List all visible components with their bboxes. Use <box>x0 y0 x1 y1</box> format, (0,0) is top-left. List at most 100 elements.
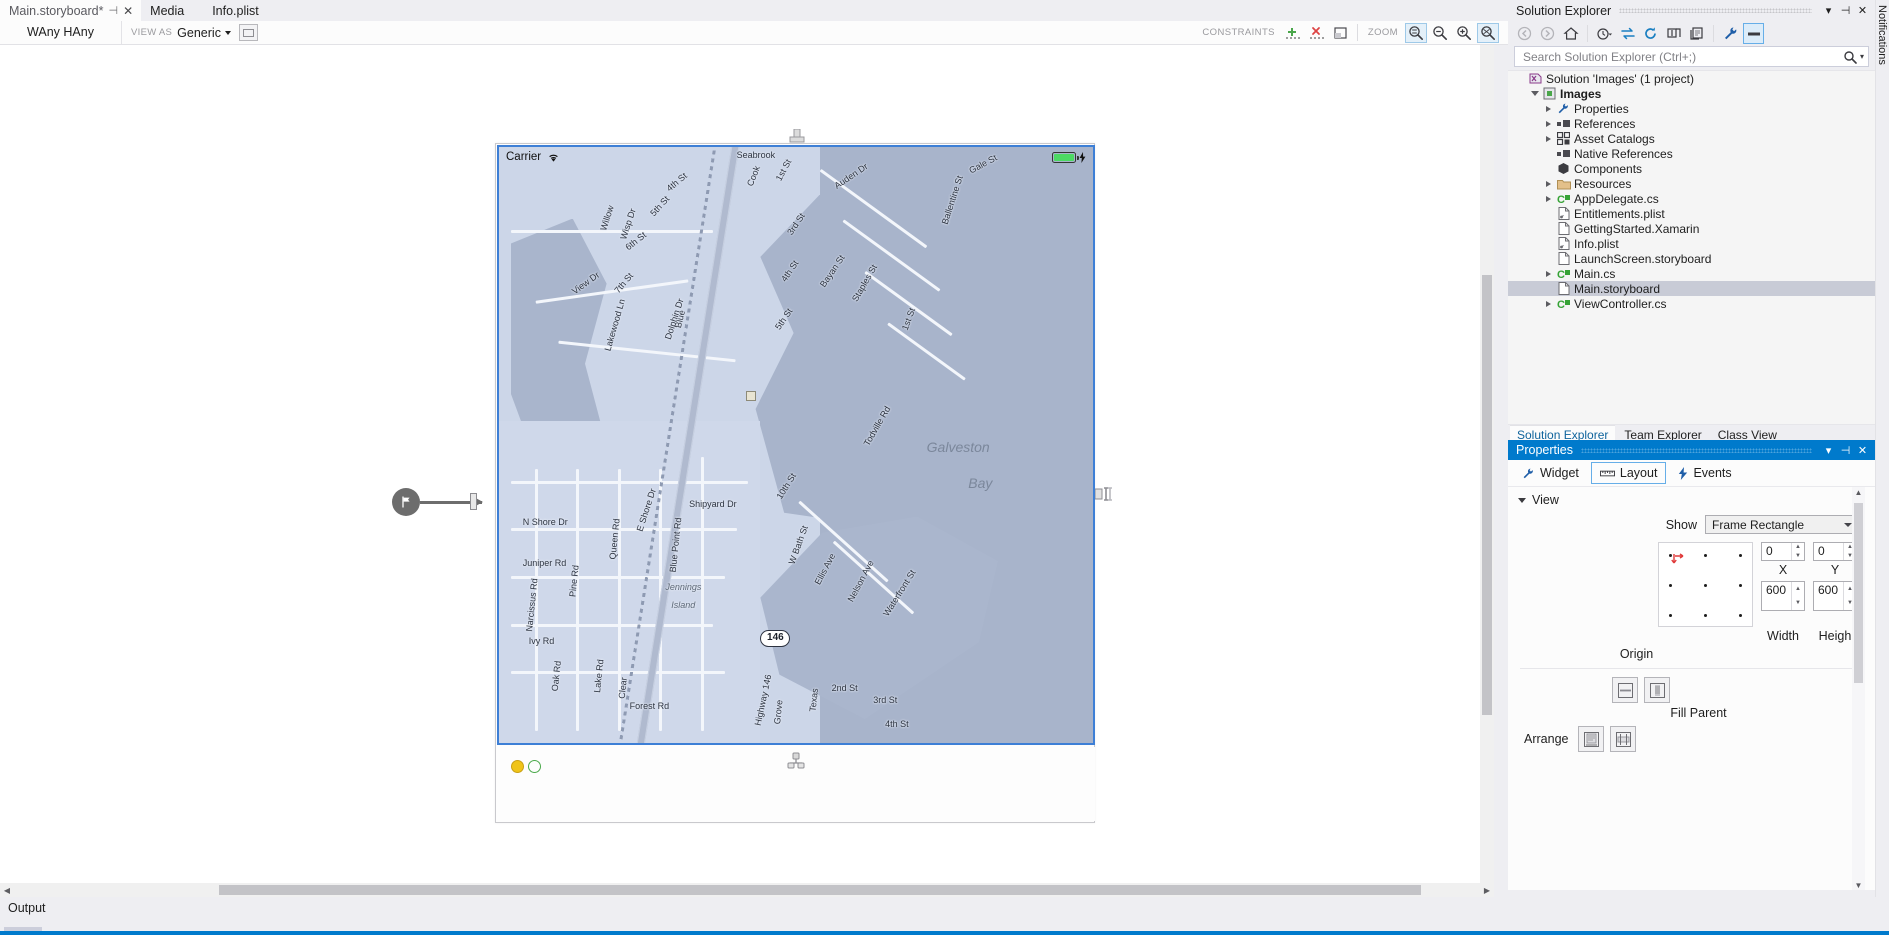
output-pane[interactable]: Output <box>0 897 1889 935</box>
storyboard-entry-point[interactable] <box>392 488 482 516</box>
tab-widget[interactable]: Widget <box>1514 463 1587 483</box>
back-icon[interactable] <box>1514 23 1535 44</box>
tree-item-native-references[interactable]: Native References <box>1508 146 1875 161</box>
exit-segue-icon[interactable] <box>528 760 541 773</box>
properties-icon[interactable] <box>1720 23 1741 44</box>
search-dropdown-icon[interactable]: ▾ <box>1860 52 1864 61</box>
zoom-out-button[interactable] <box>1429 23 1451 43</box>
tab-layout[interactable]: Layout <box>1591 462 1667 484</box>
map-pin-marker[interactable] <box>746 391 756 401</box>
collapse-all-icon[interactable] <box>1663 23 1684 44</box>
align-horizontal-icon[interactable] <box>1610 726 1636 752</box>
tree-item-main-storyboard[interactable]: Main.storyboard <box>1508 281 1875 296</box>
close-icon[interactable]: ✕ <box>1854 444 1871 457</box>
home-icon[interactable] <box>1560 23 1581 44</box>
tree-item-images[interactable]: Images <box>1508 86 1875 101</box>
chevron-right-icon[interactable] <box>1542 106 1555 112</box>
notifications-rail[interactable]: Notifications <box>1875 0 1889 897</box>
zoom-in-button[interactable] <box>1453 23 1475 43</box>
view-group-header[interactable]: View <box>1508 487 1875 513</box>
tab-media[interactable]: Media <box>141 0 192 21</box>
tree-item-info-plist[interactable]: Info.plist <box>1508 236 1875 251</box>
height-stepper[interactable]: 600 ▲▼ <box>1813 581 1857 611</box>
device-preview-button[interactable] <box>239 24 258 41</box>
tree-item-solution-images-1-project[interactable]: Solution 'Images' (1 project) <box>1508 71 1875 86</box>
tree-item-entitlements-plist[interactable]: Entitlements.plist <box>1508 206 1875 221</box>
first-responder-icon[interactable] <box>511 760 524 773</box>
zoom-fit-button[interactable] <box>1405 23 1427 43</box>
refresh-icon[interactable] <box>1640 23 1661 44</box>
fill-horizontal-icon[interactable] <box>1612 677 1638 703</box>
remove-constraint-button[interactable] <box>1306 23 1328 43</box>
chevron-right-icon[interactable] <box>1542 121 1555 127</box>
tree-item-launchscreen-storyboard[interactable]: LaunchScreen.storyboard <box>1508 251 1875 266</box>
scroll-track[interactable] <box>14 883 1480 897</box>
design-surface[interactable]: Seabrook Willow Wisp Dr View Dr 4th St 5… <box>0 45 1494 883</box>
tab-info-plist[interactable]: Info.plist <box>192 0 267 21</box>
canvas-vertical-scrollbar[interactable] <box>1480 45 1494 883</box>
solution-explorer-search[interactable]: ▾ <box>1514 46 1869 67</box>
tree-item-asset-catalogs[interactable]: Asset Catalogs <box>1508 131 1875 146</box>
properties-scrollbar[interactable]: ▲ ▼ <box>1852 487 1865 890</box>
chevron-right-icon[interactable] <box>1542 271 1555 277</box>
view-controller-scene[interactable]: Seabrook Willow Wisp Dr View Dr 4th St 5… <box>495 143 1095 823</box>
close-icon[interactable]: ✕ <box>1854 4 1871 17</box>
device-screen[interactable]: Seabrook Willow Wisp Dr View Dr 4th St 5… <box>497 145 1095 745</box>
origin-anchor-grid[interactable] <box>1658 542 1753 627</box>
x-stepper[interactable]: 0 ▲▼ <box>1761 542 1805 561</box>
pin-icon[interactable]: ⊣ <box>1837 4 1854 17</box>
left-edge-handle[interactable] <box>470 493 477 510</box>
tab-main-storyboard[interactable]: Main.storyboard* ⊣ ✕ <box>0 0 141 21</box>
tree-item-components[interactable]: Components <box>1508 161 1875 176</box>
scroll-up-arrow[interactable]: ▲ <box>1852 488 1865 497</box>
solution-tree[interactable]: Solution 'Images' (1 project)ImagesPrope… <box>1508 70 1875 425</box>
chevron-right-icon[interactable] <box>1542 136 1555 142</box>
tree-item-viewcontroller-cs[interactable]: CViewController.cs <box>1508 296 1875 311</box>
properties-body[interactable]: View Show Frame Rectangle <box>1508 486 1875 890</box>
tree-item-appdelegate-cs[interactable]: CAppDelegate.cs <box>1508 191 1875 206</box>
tab-pin-icon[interactable]: ⊣ <box>109 4 119 17</box>
chevron-down-icon[interactable]: ▾ <box>1820 4 1837 17</box>
tree-item-properties[interactable]: Properties <box>1508 101 1875 116</box>
frame-constraint-button[interactable] <box>1330 23 1352 43</box>
preview-selected-icon[interactable] <box>1743 23 1764 44</box>
chevron-down-icon[interactable]: ▾ <box>1820 444 1837 457</box>
canvas-horizontal-scrollbar[interactable]: ◀ ▶ <box>0 883 1494 897</box>
size-class-selector[interactable]: WAny HAny <box>0 21 122 44</box>
y-stepper[interactable]: 0 ▲▼ <box>1813 542 1857 561</box>
tab-events[interactable]: Events <box>1670 463 1739 483</box>
view-as-device-dropdown[interactable]: Generic <box>177 26 231 40</box>
tree-item-main-cs[interactable]: CMain.cs <box>1508 266 1875 281</box>
pending-changes-icon[interactable] <box>1594 23 1615 44</box>
view-controller-icon[interactable] <box>786 752 806 772</box>
scroll-left-arrow[interactable]: ◀ <box>0 886 14 895</box>
width-stepper[interactable]: 600 ▲▼ <box>1761 581 1805 611</box>
scroll-down-arrow[interactable]: ▼ <box>1852 881 1865 890</box>
tree-item-references[interactable]: References <box>1508 116 1875 131</box>
chevron-right-icon[interactable] <box>1542 181 1555 187</box>
sync-icon[interactable] <box>1617 23 1638 44</box>
align-vertical-icon[interactable] <box>1578 726 1604 752</box>
show-dropdown[interactable]: Frame Rectangle <box>1705 515 1857 534</box>
tree-item-resources[interactable]: Resources <box>1508 176 1875 191</box>
right-edge-handle[interactable] <box>1095 485 1115 503</box>
x-increment[interactable]: ▲ <box>1792 543 1804 552</box>
top-center-handle[interactable] <box>789 129 805 143</box>
chevron-right-icon[interactable] <box>1542 301 1555 307</box>
scroll-thumb[interactable] <box>1854 503 1863 683</box>
tab-close-icon[interactable]: ✕ <box>123 4 133 18</box>
width-increment[interactable]: ▲ <box>1792 582 1804 596</box>
search-icon[interactable] <box>1843 50 1857 64</box>
tree-item-gettingstarted-xamarin[interactable]: GettingStarted.Xamarin <box>1508 221 1875 236</box>
scroll-right-arrow[interactable]: ▶ <box>1480 886 1494 895</box>
chevron-down-icon[interactable] <box>1528 91 1541 96</box>
pin-icon[interactable]: ⊣ <box>1837 444 1854 457</box>
search-input[interactable] <box>1521 49 1843 65</box>
map-view[interactable]: Seabrook Willow Wisp Dr View Dr 4th St 5… <box>499 147 1093 743</box>
scroll-thumb[interactable] <box>219 885 1421 895</box>
x-decrement[interactable]: ▼ <box>1792 552 1804 561</box>
zoom-actual-button[interactable] <box>1477 23 1499 43</box>
show-all-files-icon[interactable] <box>1686 23 1707 44</box>
scroll-thumb[interactable] <box>1482 275 1492 715</box>
forward-icon[interactable] <box>1537 23 1558 44</box>
